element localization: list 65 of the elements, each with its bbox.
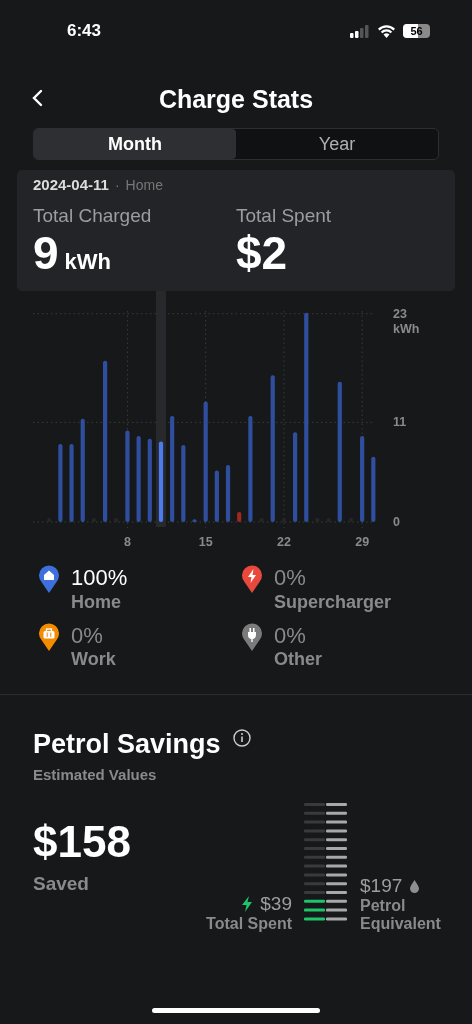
bar[interactable] [248, 416, 253, 523]
bar[interactable] [214, 470, 219, 523]
spent-amount: $39 [260, 893, 292, 916]
bar[interactable] [58, 444, 63, 523]
bar[interactable] [125, 430, 130, 523]
bar[interactable] [203, 401, 208, 523]
section-subtitle: Estimated Values [33, 766, 158, 784]
bar[interactable] [136, 436, 141, 523]
share-percent: 0% [71, 622, 104, 650]
axis-label: 29 [355, 535, 370, 550]
bar[interactable] [170, 416, 175, 523]
axis-label: 8 [123, 535, 131, 550]
stat-value: $2 [236, 229, 288, 278]
share-label: Supercharger [274, 591, 392, 613]
bar[interactable] [237, 512, 242, 523]
drop-icon [410, 879, 420, 893]
share-percent: 0% [274, 622, 307, 650]
stat-value: 9 [33, 229, 59, 278]
bar[interactable] [225, 465, 231, 523]
saved-amount: $158 [33, 817, 132, 868]
wifi-icon [377, 24, 396, 38]
info-icon[interactable] [232, 729, 251, 748]
share-label: Home [71, 591, 122, 613]
page-title: Charge Stats [158, 84, 314, 114]
back-icon[interactable] [31, 89, 43, 107]
axis-label: 11 [393, 415, 407, 430]
signal-icon [350, 24, 370, 38]
bar[interactable] [147, 439, 152, 523]
stat-label: Total Charged [33, 205, 153, 227]
status-time: 6:43 [67, 21, 102, 41]
bar[interactable] [337, 381, 342, 523]
spent-label: Total Spent [206, 915, 292, 934]
bar[interactable] [181, 445, 186, 523]
bar[interactable] [80, 419, 85, 523]
axis-unit: kWh [393, 322, 420, 337]
share-percent: 100% [71, 565, 128, 592]
petrol-label: Petrol Equivalent [360, 897, 442, 934]
bar[interactable] [360, 436, 365, 523]
stat-label: Total Spent [236, 205, 333, 227]
share-label: Work [71, 649, 116, 671]
bar[interactable] [304, 313, 309, 523]
period-tab[interactable]: Month [34, 129, 236, 159]
axis-label: 15 [198, 535, 213, 550]
petrol-amount: $197 [360, 875, 403, 898]
bar[interactable] [158, 441, 164, 523]
bar[interactable] [293, 432, 298, 523]
bar[interactable] [69, 444, 74, 523]
battery-icon: 56 [403, 24, 430, 38]
bar[interactable] [270, 375, 275, 523]
share-percent: 0% [274, 565, 307, 592]
bar[interactable] [192, 519, 197, 523]
tooltip-date: 2024-04-11 [33, 176, 109, 193]
bar[interactable] [103, 361, 108, 523]
saved-label: Saved [33, 873, 90, 896]
section-title: Petrol Savings [33, 729, 221, 761]
axis-label: 23 [393, 307, 407, 321]
share-label: Other [274, 649, 322, 671]
bar[interactable] [371, 457, 376, 523]
period-tab[interactable]: Year [236, 129, 438, 159]
axis-label: 0 [393, 515, 400, 530]
tooltip-location: Home [125, 177, 163, 193]
stat-unit: kWh [64, 249, 112, 275]
bolt-icon [242, 896, 253, 913]
separator-dot: · [114, 177, 120, 193]
axis-label: 22 [276, 535, 291, 550]
